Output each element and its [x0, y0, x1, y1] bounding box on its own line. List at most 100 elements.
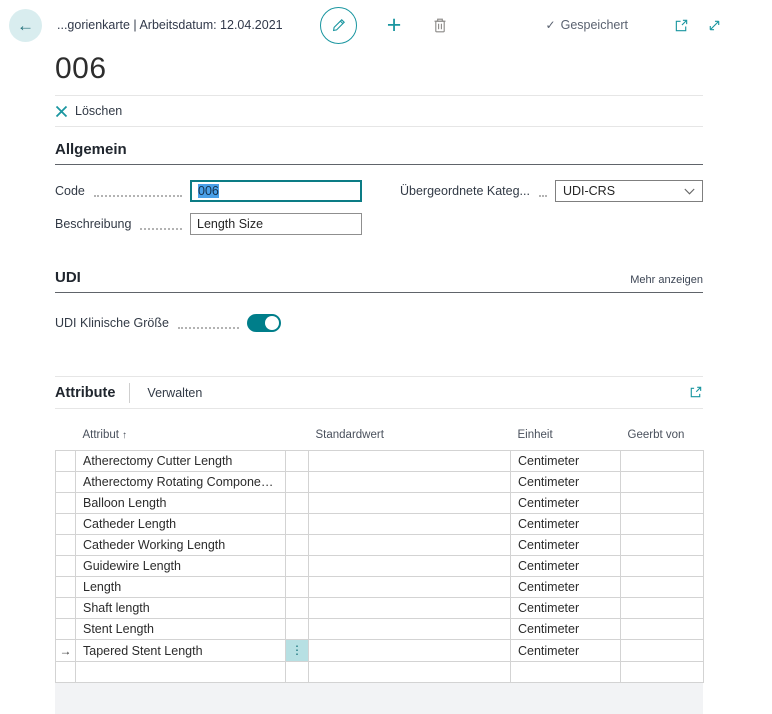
- show-more-link[interactable]: Mehr anzeigen: [630, 274, 703, 286]
- standardwert-cell[interactable]: [309, 451, 511, 472]
- standardwert-cell[interactable]: [309, 577, 511, 598]
- row-menu-cell[interactable]: [286, 514, 309, 535]
- geerbt-von-cell[interactable]: [621, 619, 704, 640]
- row-selector-cell[interactable]: [56, 598, 76, 619]
- standardwert-cell[interactable]: [309, 535, 511, 556]
- einheit-cell[interactable]: Centimeter: [511, 451, 621, 472]
- focus-mode-button[interactable]: [688, 385, 703, 400]
- attribut-cell[interactable]: Balloon Length: [76, 493, 286, 514]
- einheit-cell[interactable]: Centimeter: [511, 514, 621, 535]
- row-menu-cell[interactable]: [286, 577, 309, 598]
- geerbt-von-cell[interactable]: [621, 535, 704, 556]
- attribut-cell[interactable]: Length: [76, 577, 286, 598]
- attribut-cell[interactable]: Guidewire Length: [76, 556, 286, 577]
- standardwert-cell[interactable]: [309, 514, 511, 535]
- geerbt-von-cell[interactable]: [621, 472, 704, 493]
- udi-clinical-size-toggle[interactable]: [247, 314, 281, 332]
- dotted-leader: [178, 317, 239, 330]
- row-menu-cell[interactable]: [286, 535, 309, 556]
- row-selector-cell[interactable]: [56, 619, 76, 640]
- einheit-cell[interactable]: Centimeter: [511, 556, 621, 577]
- row-menu-cell[interactable]: ⋮: [286, 640, 309, 662]
- attribut-cell[interactable]: Atherectomy Cutter Length: [76, 451, 286, 472]
- geerbt-von-cell[interactable]: [621, 577, 704, 598]
- delete-action-button[interactable]: Löschen: [55, 104, 122, 118]
- einheit-cell[interactable]: [511, 662, 621, 683]
- edit-button[interactable]: [320, 7, 357, 44]
- row-menu-cell[interactable]: [286, 472, 309, 493]
- geerbt-von-cell[interactable]: [621, 514, 704, 535]
- resize-window-button[interactable]: [707, 18, 722, 33]
- back-button[interactable]: ←: [9, 9, 42, 42]
- table-row[interactable]: Guidewire Length Centimeter: [56, 556, 704, 577]
- row-menu-cell[interactable]: [286, 451, 309, 472]
- pencil-icon: [331, 17, 347, 33]
- attribut-cell[interactable]: Stent Length: [76, 619, 286, 640]
- geerbt-von-cell[interactable]: [621, 493, 704, 514]
- attribut-cell[interactable]: Atherectomy Rotating Component Len…: [76, 472, 286, 493]
- einheit-cell[interactable]: Centimeter: [511, 619, 621, 640]
- standardwert-cell[interactable]: [309, 556, 511, 577]
- row-selector-cell[interactable]: [56, 577, 76, 598]
- standardwert-column-header[interactable]: Standardwert: [309, 427, 511, 451]
- row-selector-cell[interactable]: [56, 493, 76, 514]
- geerbt-von-cell[interactable]: [621, 662, 704, 683]
- window-controls: ✓ Gespeichert: [546, 0, 722, 50]
- einheit-cell[interactable]: Centimeter: [511, 577, 621, 598]
- verwalten-menu-button[interactable]: Verwalten: [147, 386, 202, 400]
- row-menu-cell[interactable]: [286, 493, 309, 514]
- row-selector-cell[interactable]: [56, 472, 76, 493]
- standardwert-cell[interactable]: [309, 640, 511, 662]
- einheit-cell[interactable]: Centimeter: [511, 535, 621, 556]
- einheit-column-header[interactable]: Einheit: [511, 427, 621, 451]
- geerbt-von-column-header[interactable]: Geerbt von: [621, 427, 704, 451]
- standardwert-cell[interactable]: [309, 472, 511, 493]
- table-row[interactable]: Shaft length Centimeter: [56, 598, 704, 619]
- standardwert-cell[interactable]: [309, 619, 511, 640]
- row-selector-cell[interactable]: [56, 451, 76, 472]
- row-selector-cell[interactable]: [56, 514, 76, 535]
- ellipsis-menu-icon[interactable]: ⋮: [291, 643, 303, 657]
- row-selector-cell[interactable]: [56, 556, 76, 577]
- row-selector-cell[interactable]: [56, 662, 76, 683]
- standardwert-cell[interactable]: [309, 662, 511, 683]
- attribut-cell[interactable]: Shaft length: [76, 598, 286, 619]
- row-menu-cell[interactable]: [286, 556, 309, 577]
- table-row[interactable]: Atherectomy Cutter Length Centimeter: [56, 451, 704, 472]
- einheit-cell[interactable]: Centimeter: [511, 472, 621, 493]
- delete-record-button[interactable]: [432, 17, 448, 34]
- description-input[interactable]: Length Size: [190, 213, 362, 235]
- row-menu-cell[interactable]: [286, 619, 309, 640]
- row-selector-cell[interactable]: →: [56, 640, 76, 662]
- table-row[interactable]: Stent Length Centimeter: [56, 619, 704, 640]
- open-in-new-window-button[interactable]: [674, 18, 689, 33]
- table-row[interactable]: [56, 662, 704, 683]
- table-row[interactable]: Catheder Working Length Centimeter: [56, 535, 704, 556]
- table-row[interactable]: → Tapered Stent Length ⋮ Centimeter: [56, 640, 704, 662]
- standardwert-cell[interactable]: [309, 598, 511, 619]
- table-row[interactable]: Atherectomy Rotating Component Len… Cent…: [56, 472, 704, 493]
- new-record-button[interactable]: +: [382, 11, 406, 40]
- table-row[interactable]: Balloon Length Centimeter: [56, 493, 704, 514]
- geerbt-von-cell[interactable]: [621, 556, 704, 577]
- attribut-cell[interactable]: Tapered Stent Length: [76, 640, 286, 662]
- row-menu-cell[interactable]: [286, 662, 309, 683]
- section-attribute: Attribute Verwalten: [55, 376, 703, 714]
- parent-category-select[interactable]: UDI-CRS: [555, 180, 703, 202]
- attribut-cell[interactable]: Catheder Working Length: [76, 535, 286, 556]
- einheit-cell[interactable]: Centimeter: [511, 598, 621, 619]
- einheit-cell[interactable]: Centimeter: [511, 493, 621, 514]
- geerbt-von-cell[interactable]: [621, 451, 704, 472]
- einheit-cell[interactable]: Centimeter: [511, 640, 621, 662]
- table-row[interactable]: Catheder Length Centimeter: [56, 514, 704, 535]
- code-input[interactable]: 006: [190, 180, 362, 202]
- table-row[interactable]: Length Centimeter: [56, 577, 704, 598]
- standardwert-cell[interactable]: [309, 493, 511, 514]
- geerbt-von-cell[interactable]: [621, 640, 704, 662]
- attribut-column-header[interactable]: Attribut↑: [76, 427, 286, 451]
- attribut-cell[interactable]: [76, 662, 286, 683]
- row-menu-cell[interactable]: [286, 598, 309, 619]
- row-selector-cell[interactable]: [56, 535, 76, 556]
- geerbt-von-cell[interactable]: [621, 598, 704, 619]
- attribut-cell[interactable]: Catheder Length: [76, 514, 286, 535]
